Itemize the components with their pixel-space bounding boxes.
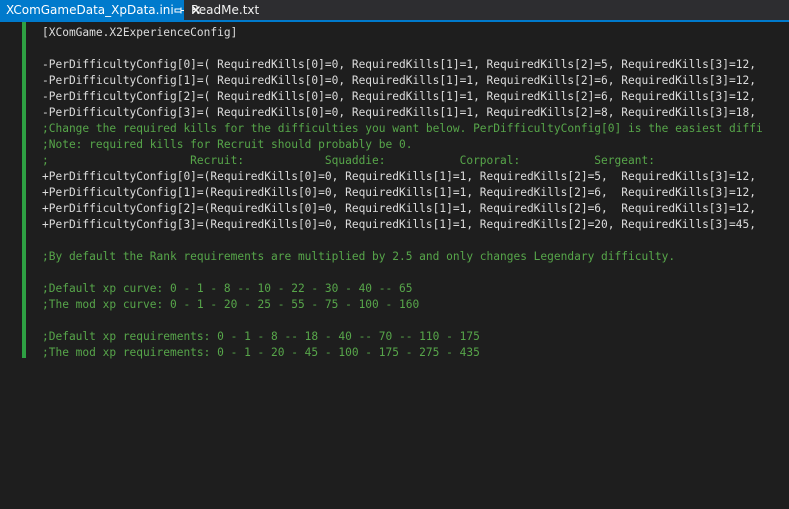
config-line: +PerDifficultyConfig[1]=(RequiredKills[0… — [42, 186, 763, 199]
code-text-area[interactable]: [XComGame.X2ExperienceConfig] -PerDifficu… — [42, 25, 763, 361]
comment-line: ;The mod xp curve: 0 - 1 - 20 - 25 - 55 … — [42, 298, 420, 311]
config-line: +PerDifficultyConfig[0]=(RequiredKills[0… — [42, 170, 763, 183]
section-header-line: [XComGame.X2ExperienceConfig] — [42, 26, 238, 39]
tab-label: ReadMe.txt — [191, 3, 260, 17]
config-line: +PerDifficultyConfig[3]=(RequiredKills[0… — [42, 218, 763, 231]
code-editor[interactable]: [XComGame.X2ExperienceConfig] -PerDifficu… — [0, 22, 789, 509]
config-line: -PerDifficultyConfig[3]=( RequiredKills[… — [42, 106, 763, 119]
comment-line: ;Default xp requirements: 0 - 1 - 8 -- 1… — [42, 330, 480, 343]
comment-line: ; Recruit: Squaddie: Corporal: Sergeant: — [42, 154, 655, 167]
document-tab-bar: XComGameData_XpData.ini ReadMe.txt — [0, 0, 789, 22]
config-line: -PerDifficultyConfig[1]=( RequiredKills[… — [42, 74, 763, 87]
tab-readme[interactable]: ReadMe.txt — [184, 0, 265, 20]
tab-xcomgamedata-xpdata[interactable]: XComGameData_XpData.ini — [0, 0, 200, 20]
comment-line: ;Default xp curve: 0 - 1 - 8 -- 10 - 22 … — [42, 282, 413, 295]
config-line: +PerDifficultyConfig[2]=(RequiredKills[0… — [42, 202, 763, 215]
editor-window: XComGameData_XpData.ini ReadMe.txt [XCom… — [0, 0, 789, 509]
comment-line: ;Change the required kills for the diffi… — [42, 122, 763, 135]
comment-line: ;By default the Rank requirements are mu… — [42, 250, 676, 263]
comment-line: ;Note: required kills for Recruit should… — [42, 138, 413, 151]
config-line: -PerDifficultyConfig[2]=( RequiredKills[… — [42, 90, 763, 103]
config-line: -PerDifficultyConfig[0]=( RequiredKills[… — [42, 58, 763, 71]
tab-label: XComGameData_XpData.ini — [6, 3, 174, 17]
change-indicator-bar — [22, 22, 26, 358]
comment-line: ;The mod xp requirements: 0 - 1 - 20 - 4… — [42, 346, 480, 359]
